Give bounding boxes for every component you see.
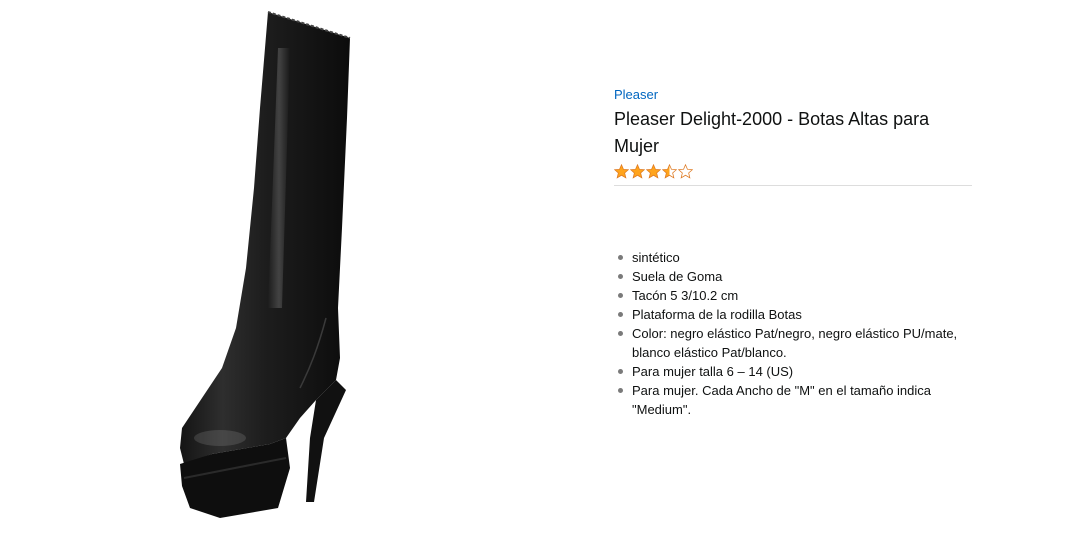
feature-bullet: Plataforma de la rodilla Botas (618, 305, 982, 324)
star-empty-icon (678, 163, 693, 179)
brand-link[interactable]: Pleaser (614, 86, 658, 104)
feature-bullet: Tacón 5 3/10.2 cm (618, 286, 982, 305)
star-half-icon (662, 163, 677, 179)
star-rating[interactable] (614, 163, 972, 179)
feature-bullets: sintético Suela de Goma Tacón 5 3/10.2 c… (614, 248, 982, 419)
product-info: Pleaser Pleaser Delight-2000 - Botas Alt… (614, 86, 972, 419)
feature-bullet: Suela de Goma (618, 267, 982, 286)
star-full-icon (630, 163, 645, 179)
product-title: Pleaser Delight-2000 - Botas Altas para … (614, 109, 930, 156)
knee-high-boot-image (180, 11, 351, 518)
product-page: Pleaser Pleaser Delight-2000 - Botas Alt… (0, 0, 1080, 534)
feature-bullet: Color: negro elástico Pat/negro, negro e… (618, 324, 982, 362)
star-full-icon (614, 163, 629, 179)
divider (614, 185, 972, 186)
feature-bullet: sintético (618, 248, 982, 267)
star-full-icon (646, 163, 661, 179)
feature-bullet: Para mujer. Cada Ancho de "M" en el tama… (618, 381, 982, 419)
feature-bullet: Para mujer talla 6 – 14 (US) (618, 362, 982, 381)
product-image[interactable] (150, 8, 410, 528)
